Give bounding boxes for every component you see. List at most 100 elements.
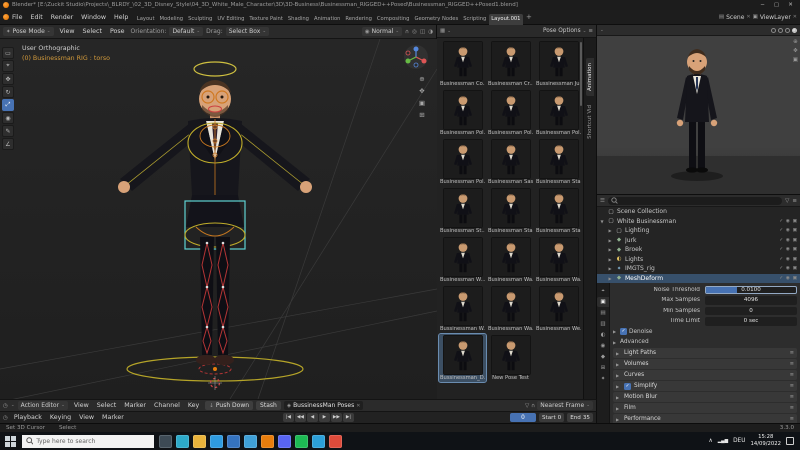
- camera-icon[interactable]: ▣: [792, 257, 797, 262]
- expand-icon[interactable]: ▶: [616, 406, 621, 411]
- filter-icon[interactable]: ▽: [785, 198, 789, 204]
- asset-item-businessman-wa[interactable]: Businessman Wa...: [487, 236, 534, 284]
- minimize-button[interactable]: ─: [756, 2, 769, 8]
- zoom-icon[interactable]: ⊕: [419, 75, 425, 83]
- properties-tab-scene[interactable]: ◐: [597, 330, 609, 340]
- menu-render[interactable]: Render: [48, 14, 76, 21]
- expand-icon[interactable]: ▶: [613, 329, 618, 334]
- menu-window[interactable]: Window: [78, 14, 109, 21]
- asset-item-businessman-wa[interactable]: Businessman Wa...: [535, 236, 582, 284]
- checkbox-icon[interactable]: ✓: [779, 247, 783, 252]
- asset-item-businessman-sta[interactable]: Businessman Sta...: [535, 187, 582, 235]
- dopesheet-menu-channel[interactable]: Channel: [151, 402, 183, 409]
- scene-name[interactable]: Scene: [726, 14, 744, 21]
- workspace-tab-compositing[interactable]: Compositing: [374, 14, 412, 25]
- asset-item-new-pose-test[interactable]: New Pose Test: [487, 334, 534, 382]
- unlink-action-icon[interactable]: ✕: [356, 403, 360, 409]
- workspace-tab-layout[interactable]: Layout: [134, 14, 157, 25]
- outliner-row-lighting[interactable]: ▶▢Lighting✓◉▣: [597, 226, 800, 236]
- expand-icon[interactable]: ▶: [607, 266, 613, 271]
- expand-icon[interactable]: ▶: [613, 340, 618, 345]
- checkbox-icon[interactable]: ✓: [779, 219, 783, 224]
- asset-item-businessman-pol[interactable]: Businessman Pol...: [439, 89, 486, 137]
- taskbar-app-discord[interactable]: [278, 435, 291, 448]
- expand-icon[interactable]: ▶: [616, 351, 621, 356]
- checkbox-icon[interactable]: ✓: [779, 276, 783, 281]
- taskbar-search[interactable]: [22, 435, 154, 448]
- section-menu-icon[interactable]: ≣: [790, 361, 794, 367]
- outliner-row-meshdeform[interactable]: ▶◆MeshDeform✓◉▣: [597, 274, 800, 284]
- drag-dropdown[interactable]: Select Box ⌄: [226, 27, 269, 36]
- navigation-gizmo[interactable]: [403, 44, 429, 70]
- editor-type-icon[interactable]: ◷: [3, 415, 8, 421]
- frame-start-field[interactable]: Start 0: [539, 413, 564, 422]
- property-field-time-limit[interactable]: 0 sec: [705, 317, 797, 326]
- expand-icon[interactable]: ▶: [607, 247, 613, 252]
- workspace-tab-texture-paint[interactable]: Texture Paint: [247, 14, 285, 25]
- properties-tab-render[interactable]: ▣: [597, 297, 609, 307]
- wireframe-shading-icon[interactable]: [771, 28, 776, 33]
- zoom-icon[interactable]: ⊕: [793, 39, 798, 45]
- taskbar-app-task-view[interactable]: [159, 435, 172, 448]
- section-curves[interactable]: ▶Curves≣: [613, 370, 797, 380]
- menu-icon[interactable]: ≡: [792, 198, 797, 204]
- asset-item-businessman-pol[interactable]: Businessman Pol...: [487, 89, 534, 137]
- checkbox-icon[interactable]: ✓: [779, 257, 783, 262]
- asset-item-businessman-wa[interactable]: Businessman Wa...: [487, 285, 534, 333]
- asset-item-bussinessman-ju[interactable]: Bussinessman Ju...: [535, 40, 582, 88]
- camera-icon[interactable]: ▣: [792, 276, 797, 281]
- asset-item-businessman-co[interactable]: Businessman Co...: [439, 40, 486, 88]
- viewlayer-name[interactable]: ViewLayer: [760, 14, 791, 21]
- taskbar-app-store[interactable]: [210, 435, 223, 448]
- grid-toggle-icon[interactable]: ⊞: [419, 111, 425, 119]
- camera-view-icon[interactable]: ▣: [419, 99, 425, 107]
- viewport-menu-view[interactable]: View: [57, 28, 78, 35]
- outliner-icon[interactable]: ☰: [600, 198, 605, 204]
- screen-icon[interactable]: ◉: [786, 257, 790, 262]
- timeline-menu-marker[interactable]: Marker: [99, 414, 127, 421]
- taskbar-app-edge[interactable]: [176, 435, 189, 448]
- menu-icon[interactable]: ≡: [588, 28, 593, 34]
- property-field-max-samples[interactable]: 4096: [705, 296, 797, 305]
- snap-magnet-icon[interactable]: ∩: [405, 29, 409, 35]
- workspace-tab-animation[interactable]: Animation: [311, 14, 342, 25]
- push-down-button[interactable]: ↓ Push Down: [205, 401, 253, 410]
- camera-icon[interactable]: ▣: [792, 247, 797, 252]
- viewlayer-remove-icon[interactable]: ✕: [793, 14, 797, 20]
- outliner-row-white-businessman[interactable]: ▼▢White Businessman✓◉▣: [597, 217, 800, 227]
- dopesheet-menu-view[interactable]: View: [71, 402, 92, 409]
- workspace-tab-shading[interactable]: Shading: [285, 14, 311, 25]
- viewport-3d[interactable]: ✦ Pose Mode ⌄ ViewSelectPose Orientation…: [0, 25, 437, 399]
- property-slider-noise-threshold[interactable]: 0.0100: [705, 286, 797, 295]
- asset-item-businessman-sta[interactable]: Businessman Sta...: [535, 138, 582, 186]
- play-button[interactable]: ▶: [319, 413, 330, 422]
- scene-unlink-icon[interactable]: ✕: [746, 14, 750, 20]
- workspace-tab-scripting[interactable]: Scripting: [461, 14, 489, 25]
- camera-icon[interactable]: ▣: [792, 238, 797, 243]
- outliner-row-broek[interactable]: ▶◆Broek✓◉▣: [597, 245, 800, 255]
- properties-tab-viewlayer[interactable]: ▥: [597, 319, 609, 329]
- expand-icon[interactable]: ▶: [616, 373, 621, 378]
- notification-center-icon[interactable]: [786, 437, 794, 445]
- close-button[interactable]: ✕: [784, 2, 797, 8]
- taskbar-app-vscode[interactable]: [312, 435, 325, 448]
- section-menu-icon[interactable]: ≣: [790, 405, 794, 411]
- asset-item-businessman-pol[interactable]: Businessman Pol...: [535, 89, 582, 137]
- viewport-canvas[interactable]: User Orthographic (0) Businessman RIG : …: [0, 39, 437, 399]
- section-menu-icon[interactable]: ≣: [790, 350, 794, 356]
- workspace-tab-uv-editing[interactable]: UV Editing: [215, 14, 247, 25]
- filter-icon[interactable]: ▽: [525, 403, 529, 409]
- editor-type-icon[interactable]: ◷: [3, 403, 8, 409]
- expand-icon[interactable]: ▶: [607, 238, 613, 243]
- property-row-advanced[interactable]: ▶Advanced: [613, 338, 797, 348]
- workspace-tab-rendering[interactable]: Rendering: [343, 14, 375, 25]
- workspace-tab-layout-001[interactable]: Layout.001: [489, 14, 523, 25]
- action-name-field[interactable]: ◈ BussinessMan Poses ✕: [284, 401, 364, 410]
- section-volumes[interactable]: ▶Volumes≣: [613, 359, 797, 369]
- outliner-row-scene-collection[interactable]: ▢Scene Collection: [597, 207, 800, 217]
- previous-keyframe-button[interactable]: ◀◀: [295, 413, 306, 422]
- pose-options-dropdown[interactable]: Pose Options: [543, 28, 581, 34]
- outliner-row-lights[interactable]: ▶◐Lights✓◉▣: [597, 255, 800, 265]
- timeline-menu-keying[interactable]: Keying: [47, 414, 74, 421]
- section-menu-icon[interactable]: ≣: [790, 394, 794, 400]
